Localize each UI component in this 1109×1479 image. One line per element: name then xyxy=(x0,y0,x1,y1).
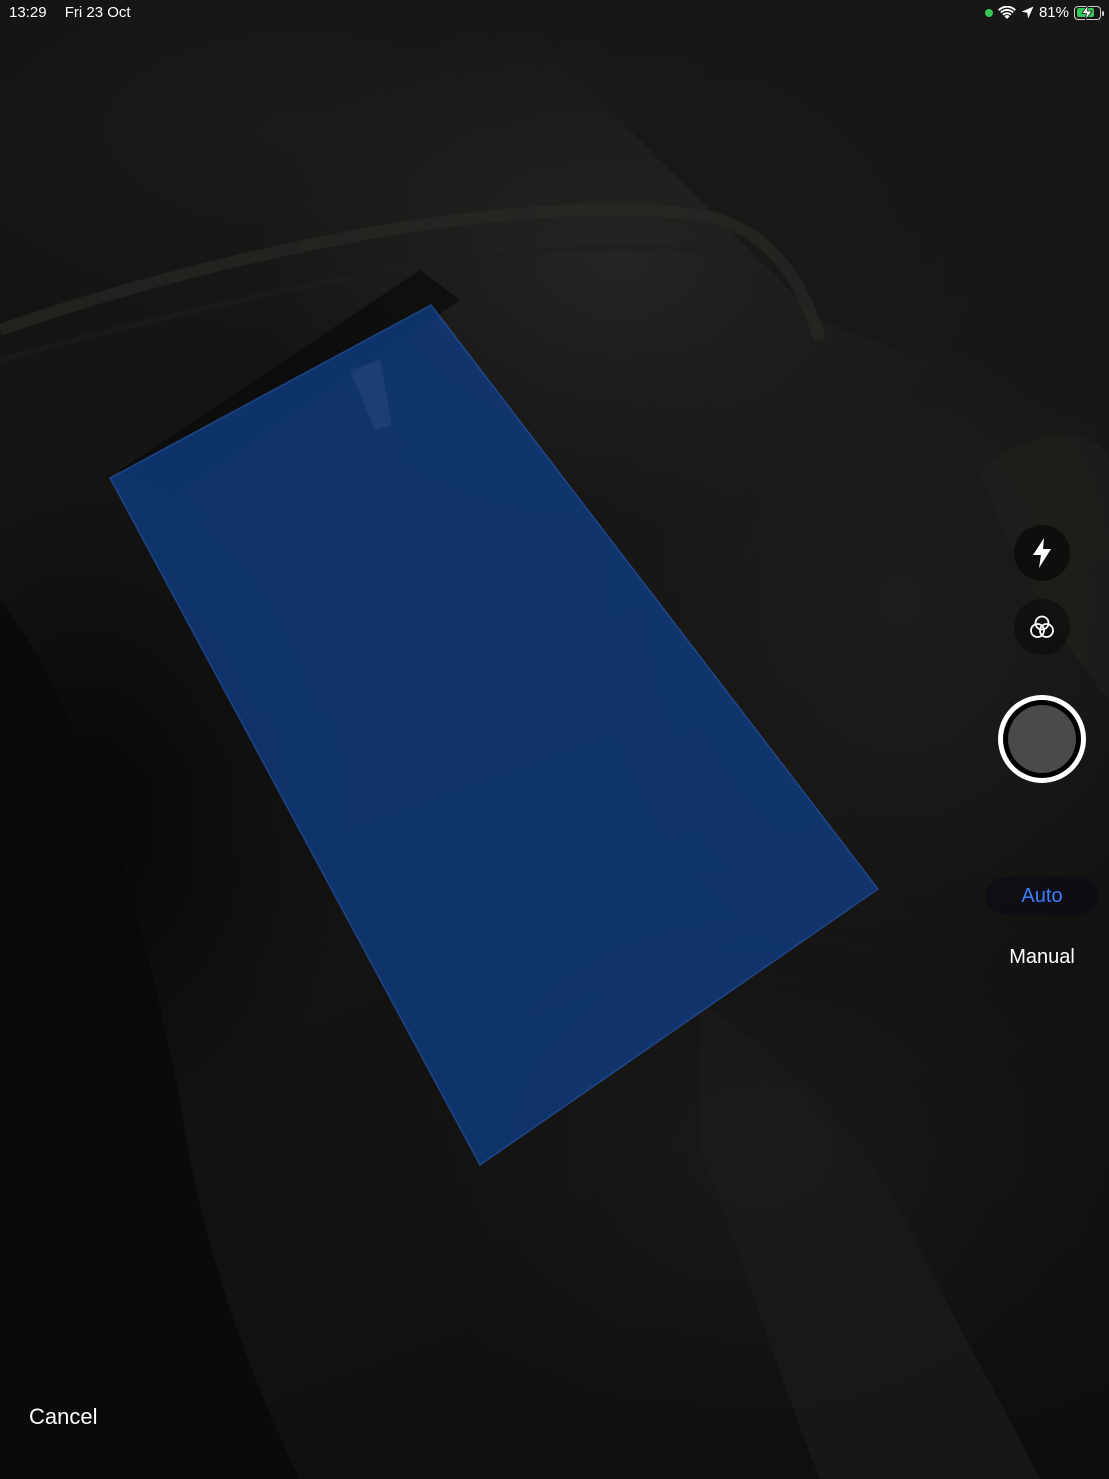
status-time: 13:29 xyxy=(9,4,47,21)
status-date: Fri 23 Oct xyxy=(64,4,131,21)
battery-percent: 81% xyxy=(1038,4,1069,21)
status-left: 13:29 Fri 23 Oct xyxy=(9,4,145,21)
filters-button[interactable] xyxy=(1014,599,1070,655)
location-arrow-icon xyxy=(1021,6,1034,19)
flash-icon xyxy=(1033,538,1051,568)
battery-cap xyxy=(1102,10,1104,16)
wifi-icon xyxy=(997,5,1016,19)
filters-icon xyxy=(1030,615,1054,638)
document-scanner-screen: 13:29 Fri 23 Oct 81% Auto Manual Cancel xyxy=(0,0,1109,1479)
mode-auto-button[interactable]: Auto xyxy=(986,877,1098,915)
camera-in-use-dot xyxy=(984,8,993,17)
cancel-button[interactable]: Cancel xyxy=(29,1404,97,1430)
mode-manual-button[interactable]: Manual xyxy=(986,938,1098,976)
shutter-ring xyxy=(1003,700,1081,778)
flash-button[interactable] xyxy=(1014,525,1070,581)
charging-bolt-icon xyxy=(1081,4,1093,20)
status-bar: 13:29 Fri 23 Oct 81% xyxy=(0,0,1109,28)
shutter-core xyxy=(1008,705,1076,773)
status-right: 81% xyxy=(984,4,1104,21)
camera-viewfinder xyxy=(0,0,1109,1479)
shutter-button[interactable] xyxy=(998,695,1086,783)
battery-charging-icon xyxy=(1074,4,1104,20)
